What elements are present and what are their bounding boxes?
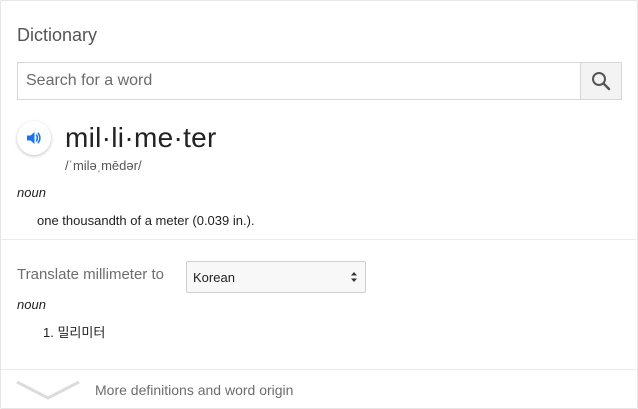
search-input[interactable] <box>18 63 598 99</box>
more-definitions-link[interactable]: More definitions and word origin <box>1 370 638 408</box>
part-of-speech: noun <box>17 185 46 200</box>
language-select-value: Korean <box>193 270 235 285</box>
search-box <box>17 62 622 100</box>
speaker-icon <box>27 132 41 144</box>
search-button[interactable] <box>580 63 621 99</box>
headword: mil·li·me·ter <box>65 122 217 153</box>
translation-item: 1. 밀리미터 <box>43 325 106 340</box>
dictionary-panel: Dictionary mil·li·me·ter /ˈmiləˌmēdər/ n… <box>0 0 638 409</box>
pronounce-button[interactable] <box>17 121 51 155</box>
translation-part-of-speech: noun <box>17 297 46 312</box>
more-definitions-label: More definitions and word origin <box>95 382 294 398</box>
select-arrows-icon <box>351 272 357 282</box>
definition-text: one thousandth of a meter (0.039 in.). <box>37 213 255 228</box>
chevron-down-icon <box>16 380 80 400</box>
pronunciation: /ˈmiləˌmēdər/ <box>65 158 142 173</box>
panel-title: Dictionary <box>17 25 98 45</box>
translate-label: Translate millimeter to <box>17 266 164 283</box>
section-divider <box>1 239 638 240</box>
language-select[interactable]: Korean <box>186 261 366 293</box>
search-icon <box>592 72 611 91</box>
